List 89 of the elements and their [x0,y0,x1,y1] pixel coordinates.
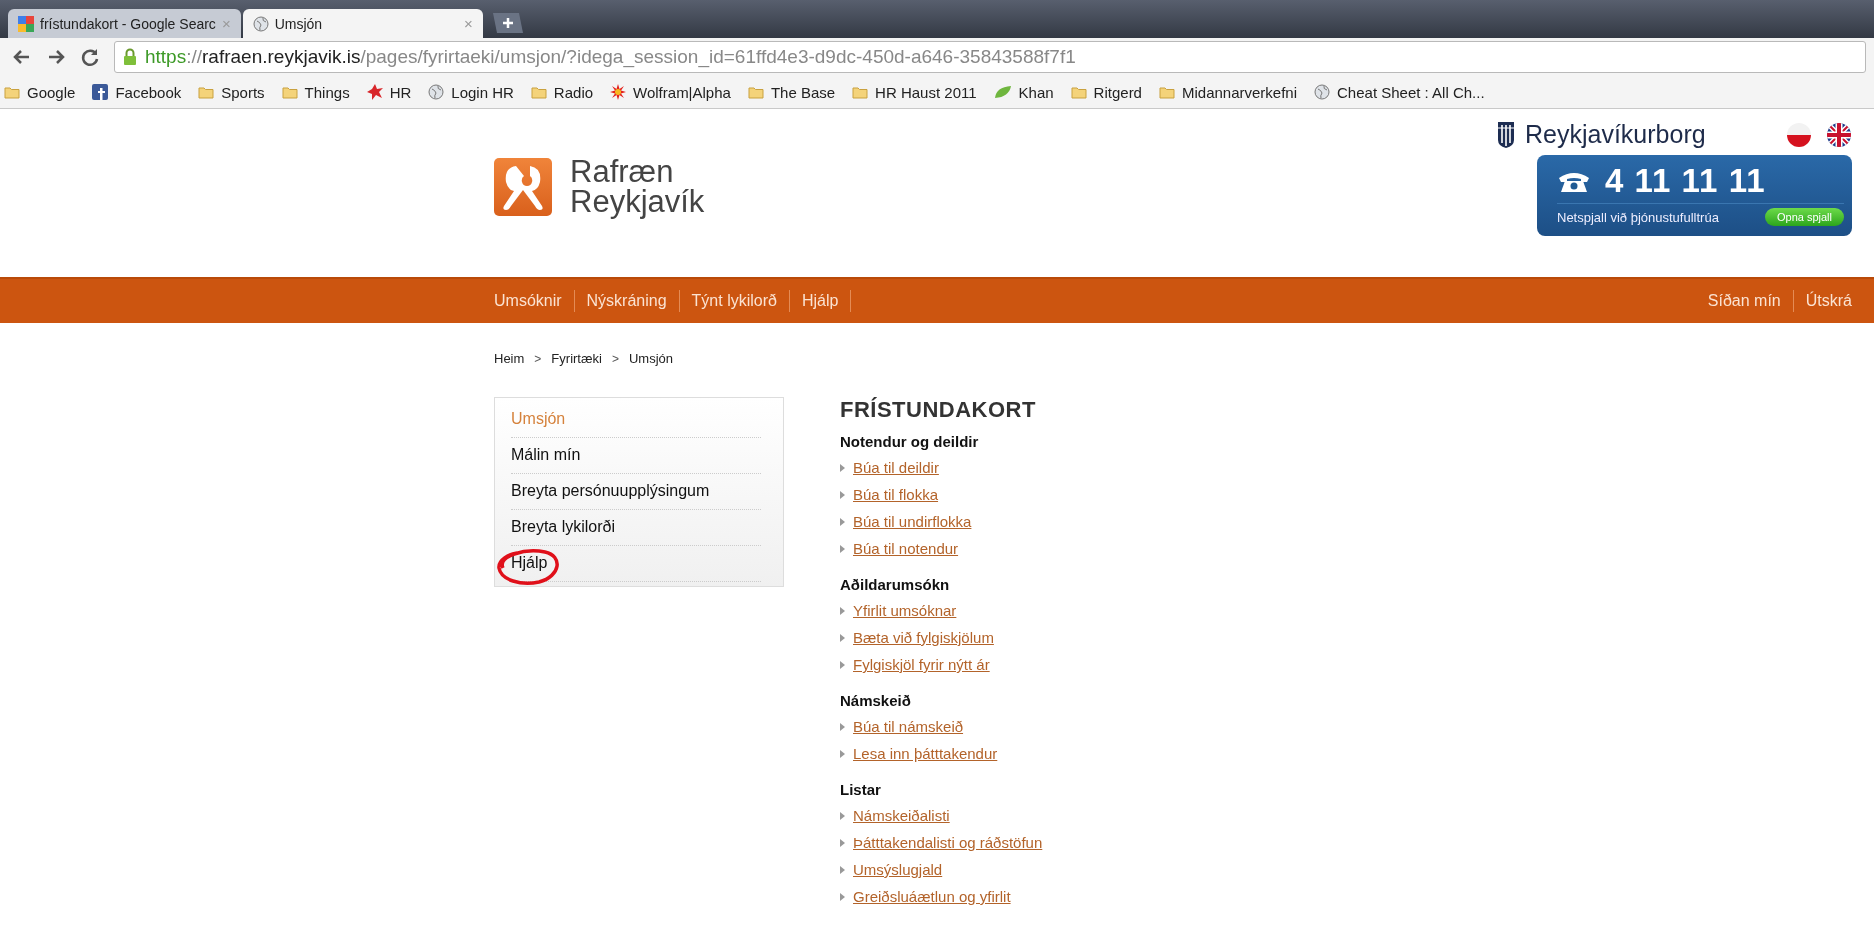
sidebar-item[interactable]: Breyta persónuupplýsingum [511,474,761,510]
nav-link[interactable]: Hjálp [789,290,852,312]
logo-icon [494,158,552,216]
sidebar-item[interactable]: Breyta lykilorði [511,510,761,546]
triangle-icon [840,892,845,901]
bookmark[interactable]: HR Haust 2011 [852,83,977,101]
nav-link[interactable]: Umsóknir [482,290,575,312]
content-link[interactable]: Námskeiðalisti [853,807,950,824]
bookmark[interactable]: Radio [530,83,594,101]
lock-icon [123,48,137,66]
bookmark[interactable]: Google [4,83,76,101]
bookmark[interactable]: The Base [747,83,836,101]
content-link[interactable]: Búa til deildir [853,459,939,476]
triangle-icon [840,865,845,874]
bookmark[interactable]: HR [366,83,412,101]
bookmark[interactable]: Things [281,83,350,101]
logo-text: Rafræn Reykjavík [570,157,705,217]
triangle-icon [840,517,845,526]
city-name: Reykjavíkurborg [1525,120,1706,149]
starburst-icon [610,84,627,100]
breadcrumb-link[interactable]: Umsjón [628,351,673,397]
flag-icon [1826,121,1852,148]
content-link[interactable]: Búa til undirflokka [853,513,972,530]
tab-title: frístundakort - Google Searc [40,15,216,32]
section-heading: Aðildarumsókn [840,576,951,593]
triangle-icon [840,463,845,472]
content-link[interactable]: Bæta við fylgiskjölum [853,629,994,646]
breadcrumb-link[interactable]: Fyrirtæki [551,351,602,397]
bookmark[interactable]: Midannarverkefni [1158,83,1298,101]
folder-icon [4,85,20,99]
triangle-icon [840,811,845,820]
content-link[interactable]: Fylgiskjöl fyrir nýtt ár [853,656,990,673]
triangle-icon [840,722,845,731]
section-heading: Listar [840,781,882,798]
bookmark[interactable]: Wolfram|Alpha [610,83,731,101]
triangle-icon [840,749,845,758]
sidebar-item[interactable]: Hjálp [511,546,761,582]
content-link[interactable]: Búa til námskeið [853,718,964,735]
browser-tab[interactable]: Umsjón × [242,9,483,38]
content-link[interactable]: Yfirlit umsóknar [853,602,957,619]
bookmark[interactable]: Khan [993,83,1054,101]
flag-icon [1786,121,1812,148]
folder-icon [747,85,764,99]
folder-icon [1158,85,1175,99]
triangle-icon [840,544,845,553]
chat-text: Netspjall við þjónustufulltrúa [1557,209,1719,225]
content-link[interactable]: Búa til notendur [853,540,959,557]
folder-icon [198,85,215,99]
folder-icon [852,85,869,99]
bookmark[interactable]: Facebook [92,83,182,101]
url-text: https://rafraen.reykjavik.is/pages/fyrirtaeki/umsjon/?idega_session_id=61ffd4e3-d9dc-450d-a646-35843588f7f1 [145,46,1076,68]
leaf-icon [993,85,1012,99]
bookmark[interactable]: Sports [198,83,265,101]
triangle-icon [840,838,845,847]
folder-icon [1070,85,1087,99]
content-link[interactable]: Greiðsluáætlun og yfirlit [853,888,1011,905]
globe-icon [428,84,445,100]
folder-icon [281,85,298,99]
content-link[interactable]: Lesa inn þátttakendur [853,745,998,762]
section-heading: Notendur og deildir [840,433,980,450]
tab-title: Umsjón [274,15,324,32]
breadcrumb-separator: > [534,351,542,368]
section-heading: Námskeið [840,692,912,709]
sidebar-item[interactable]: Málin mín [511,438,761,474]
globe-icon [252,15,269,32]
page-title: FRÍSTUNDAKORT [840,397,1037,423]
triangle-icon [840,490,845,499]
bookmark[interactable]: Cheat Sheet : All Ch... [1314,83,1485,101]
triangle-icon [840,660,845,669]
breadcrumb-link[interactable]: Heim [494,351,525,397]
nav-link[interactable]: Útskrá [1793,290,1864,312]
nav-link[interactable]: Síðan mín [1695,290,1794,312]
reload-icon [80,47,100,67]
address-bar[interactable]: https://rafraen.reykjavik.is/pages/fyrirtaeki/umsjon/?idega_session_id=61ffd4e3-d9dc-450d-a646-35843588f7f1 [114,41,1866,73]
content-link[interactable]: Þátttakendalisti og ráðstöfun [853,834,1043,851]
nav-link[interactable]: Nýskráning [574,290,680,312]
nav-link[interactable]: Týnt lykilorð [679,290,790,312]
content-link[interactable]: Umsýslugjald [853,861,943,878]
folder-icon [530,85,547,99]
crest-icon [1497,120,1515,149]
phone-number: 4 11 11 11 [1605,162,1766,200]
triangle-icon [840,633,845,642]
bookmark[interactable]: Login HR [428,83,514,101]
globe-icon [1314,84,1331,100]
browser-tab[interactable]: frístundakort - Google Searc × [8,9,241,38]
content-link[interactable]: Búa til flokka [853,486,939,503]
triangle-icon [840,606,845,615]
bookmark[interactable]: Ritgerd [1070,83,1142,101]
breadcrumb-separator: > [611,351,619,368]
